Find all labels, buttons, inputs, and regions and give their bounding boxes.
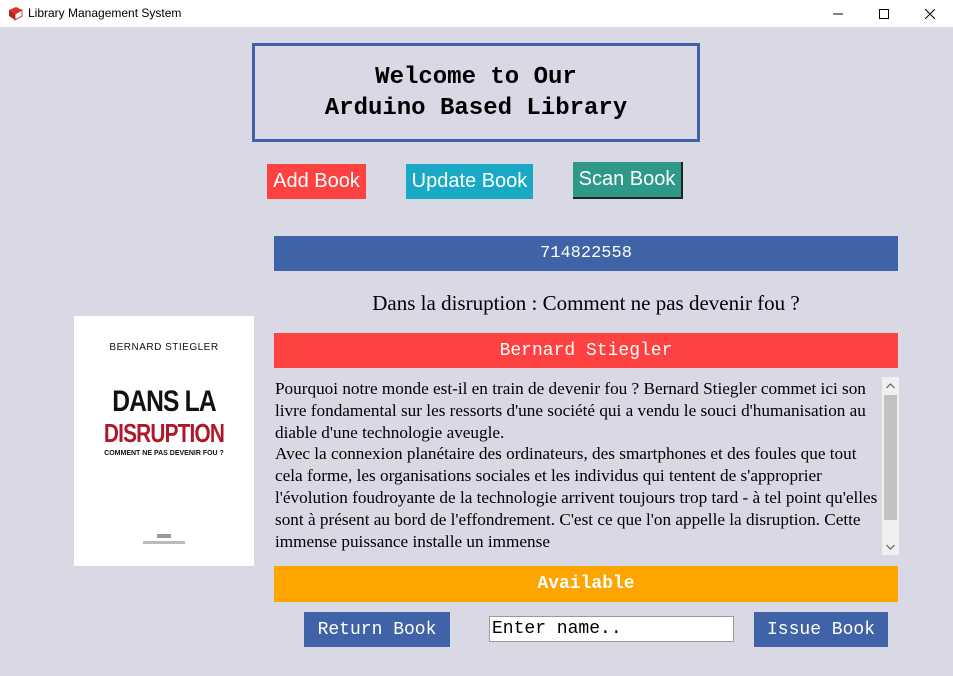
scroll-up-button[interactable]	[882, 377, 899, 394]
book-cover-image: BERNARD STIEGLER DANS LA DISRUPTION COMM…	[74, 316, 254, 566]
welcome-line2: Arduino Based Library	[324, 94, 628, 122]
description-scrollbar[interactable]	[882, 377, 899, 555]
minimize-button[interactable]	[815, 0, 861, 27]
isbn-display: 714822558	[274, 236, 898, 271]
author-display: Bernard Stiegler	[274, 333, 898, 368]
availability-status: Available	[274, 566, 898, 602]
issue-book-button[interactable]: Issue Book	[754, 612, 888, 647]
update-book-button[interactable]: Update Book	[406, 164, 533, 199]
description-text: Pourquoi notre monde est-il en train de …	[275, 379, 878, 551]
close-icon	[925, 8, 935, 19]
name-input[interactable]	[489, 616, 734, 642]
title-bar: Library Management System	[0, 0, 953, 27]
close-button[interactable]	[907, 0, 953, 27]
scan-book-button[interactable]: Scan Book	[573, 162, 683, 199]
scroll-thumb[interactable]	[884, 395, 897, 520]
cover-title-line2: DISRUPTION	[103, 418, 225, 448]
maximize-button[interactable]	[861, 0, 907, 27]
welcome-banner: Welcome to Our Arduino Based Library	[252, 43, 700, 142]
chevron-down-icon	[886, 544, 895, 550]
publisher-logo	[143, 534, 185, 544]
scroll-down-button[interactable]	[882, 538, 899, 555]
welcome-line1: Welcome to Our	[375, 63, 577, 91]
book-icon	[9, 7, 23, 21]
minimize-icon	[833, 13, 843, 14]
maximize-icon	[879, 8, 889, 19]
cover-subtitle: COMMENT NE PAS DEVENIR FOU ?	[104, 450, 224, 457]
cover-title-line1: DANS LA	[112, 385, 216, 418]
add-book-button[interactable]: Add Book	[267, 164, 366, 199]
cover-author: BERNARD STIEGLER	[109, 342, 219, 353]
window-title: Library Management System	[28, 6, 182, 20]
description-box[interactable]: Pourquoi notre monde est-il en train de …	[274, 377, 899, 555]
return-book-button[interactable]: Return Book	[304, 612, 450, 647]
book-title: Dans la disruption : Comment ne pas deve…	[372, 290, 800, 315]
chevron-up-icon	[886, 382, 895, 388]
